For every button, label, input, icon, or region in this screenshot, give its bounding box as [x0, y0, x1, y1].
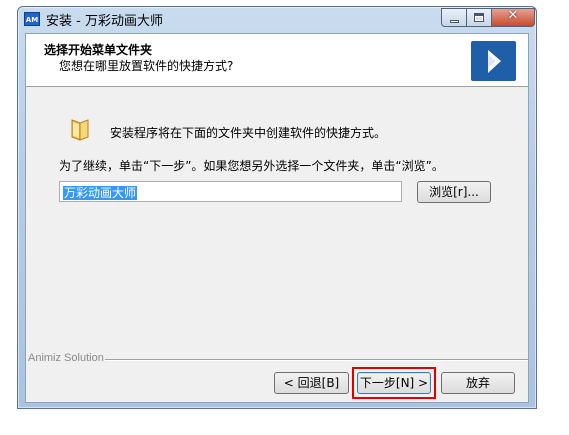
info-text: 安装程序将在下面的文件夹中创建软件的快捷方式。 [110, 126, 387, 140]
brand-label: Animiz Solution [28, 352, 104, 364]
minimize-icon [450, 20, 459, 23]
start-menu-folder-input[interactable]: 万彩动画大师 [59, 181, 402, 202]
maximize-button[interactable] [467, 8, 492, 27]
close-icon: ✕ [507, 8, 519, 23]
cancel-button[interactable]: 放弃 [441, 372, 515, 394]
back-button[interactable]: < 回退[B] [274, 372, 349, 394]
instruction-text: 为了继续，单击“下一步”。如果您想另外选择一个文件夹，单击“浏览”。 [59, 159, 444, 173]
close-button[interactable]: ✕ [492, 8, 535, 27]
folder-input-value: 万彩动画大师 [63, 186, 138, 200]
browse-button[interactable]: 浏览[r]... [417, 181, 491, 203]
next-button-highlight [352, 367, 436, 399]
installer-window: AM 安装 - 万彩动画大师 ✕ 选择开始菜单文件夹 您想在哪里放置软件的快捷方… [17, 6, 537, 409]
title-bar[interactable]: AM 安装 - 万彩动画大师 ✕ [18, 7, 536, 31]
wizard-header: 选择开始菜单文件夹 您想在哪里放置软件的快捷方式? [26, 34, 528, 87]
wizard-logo-icon [471, 41, 516, 81]
page-subtitle: 您想在哪里放置软件的快捷方式? [59, 59, 234, 73]
page-title: 选择开始菜单文件夹 [44, 43, 153, 57]
folder-icon [67, 116, 93, 142]
minimize-button[interactable] [441, 8, 467, 27]
wizard-page: 选择开始菜单文件夹 您想在哪里放置软件的快捷方式? 安装程序将在下面的文件夹中创… [25, 33, 529, 403]
divider-line [105, 359, 528, 361]
window-title: 安装 - 万彩动画大师 [46, 14, 163, 29]
app-icon: AM [24, 12, 40, 26]
brand-divider: Animiz Solution [26, 352, 528, 366]
maximize-icon [474, 13, 484, 22]
